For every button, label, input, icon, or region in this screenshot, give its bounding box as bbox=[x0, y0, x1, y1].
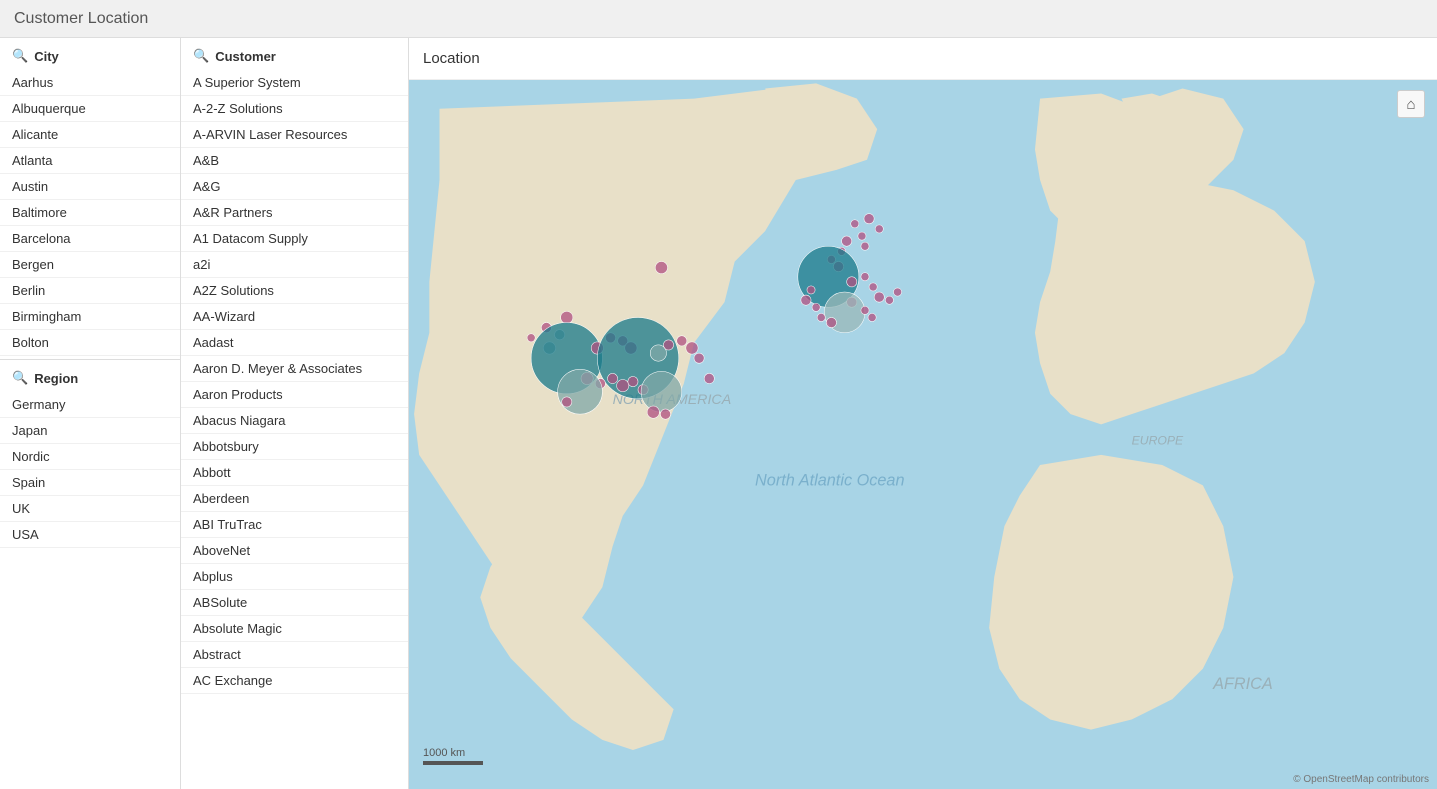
map-container[interactable]: North Atlantic Ocean NORTH AMERICA EUROP… bbox=[409, 80, 1437, 789]
customer-list-item[interactable]: Abacus Niagara bbox=[181, 408, 408, 434]
region-filter-header: 🔍 Region bbox=[0, 360, 180, 392]
city-list-scroll[interactable]: AarhusAlbuquerqueAlicanteAtlantaAustinBa… bbox=[0, 70, 180, 360]
customer-list-item[interactable]: AA-Wizard bbox=[181, 304, 408, 330]
city-filter-header: 🔍 City bbox=[0, 38, 180, 70]
customer-list-item[interactable]: Aadast bbox=[181, 330, 408, 356]
customer-list-item[interactable]: Aberdeen bbox=[181, 486, 408, 512]
map-scale: 1000 km bbox=[423, 747, 483, 765]
city-list-item[interactable]: Atlanta bbox=[0, 148, 180, 174]
customer-list-item[interactable]: A1 Datacom Supply bbox=[181, 226, 408, 252]
customer-list-item[interactable]: ABI TruTrac bbox=[181, 512, 408, 538]
region-list-item[interactable]: Germany bbox=[0, 392, 180, 418]
customer-list-item[interactable]: A2Z Solutions bbox=[181, 278, 408, 304]
home-icon: ⌂ bbox=[1406, 96, 1415, 113]
city-filter-section: 🔍 City AarhusAlbuquerqueAlicanteAtlantaA… bbox=[0, 38, 180, 360]
svg-text:AFRICA: AFRICA bbox=[1212, 675, 1273, 693]
customer-list-item[interactable]: Aaron D. Meyer & Associates bbox=[181, 356, 408, 382]
city-search-icon: 🔍 bbox=[12, 48, 28, 64]
customer-list-item[interactable]: Abbotsbury bbox=[181, 434, 408, 460]
customer-list-item[interactable]: Abstract bbox=[181, 642, 408, 668]
city-list-item[interactable]: Baltimore bbox=[0, 200, 180, 226]
customer-list-item[interactable]: AC Exchange bbox=[181, 668, 408, 694]
svg-text:EUROPE: EUROPE bbox=[1132, 434, 1184, 448]
customer-list-item[interactable]: Abplus bbox=[181, 564, 408, 590]
customer-search-icon: 🔍 bbox=[193, 48, 209, 64]
customer-list-item[interactable]: Abbott bbox=[181, 460, 408, 486]
customer-list-item[interactable]: A-ARVIN Laser Resources bbox=[181, 122, 408, 148]
customer-list-item[interactable]: Aaron Products bbox=[181, 382, 408, 408]
region-filter-section: 🔍 Region GermanyJapanNordicSpainUKUSA bbox=[0, 360, 180, 548]
customer-list-item[interactable]: A Superior System bbox=[181, 70, 408, 96]
map-panel: Location bbox=[409, 38, 1437, 789]
customer-list-scroll[interactable]: A Superior SystemA-2-Z SolutionsA-ARVIN … bbox=[181, 70, 408, 789]
city-list-item[interactable]: Barcelona bbox=[0, 226, 180, 252]
city-list-item[interactable]: Albuquerque bbox=[0, 96, 180, 122]
map-header: Location bbox=[409, 38, 1437, 80]
map-attribution: © OpenStreetMap contributors bbox=[1293, 774, 1429, 785]
city-list-item[interactable]: Alicante bbox=[0, 122, 180, 148]
scale-bar bbox=[423, 761, 483, 765]
customer-filter-panel: 🔍 Customer A Superior SystemA-2-Z Soluti… bbox=[181, 38, 409, 789]
city-list-item[interactable]: Berlin bbox=[0, 278, 180, 304]
region-search-icon: 🔍 bbox=[12, 370, 28, 386]
city-list-item[interactable]: Bergen bbox=[0, 252, 180, 278]
customer-list-item[interactable]: ABSolute bbox=[181, 590, 408, 616]
customer-list-item[interactable]: A&G bbox=[181, 174, 408, 200]
region-list-item[interactable]: UK bbox=[0, 496, 180, 522]
customer-list-item[interactable]: a2i bbox=[181, 252, 408, 278]
region-list-item[interactable]: Spain bbox=[0, 470, 180, 496]
customer-list-item[interactable]: Absolute Magic bbox=[181, 616, 408, 642]
city-list-item[interactable]: Austin bbox=[0, 174, 180, 200]
customer-list-item[interactable]: A-2-Z Solutions bbox=[181, 96, 408, 122]
customer-list-item[interactable]: AboveNet bbox=[181, 538, 408, 564]
left-filter-panel: 🔍 City AarhusAlbuquerqueAlicanteAtlantaA… bbox=[0, 38, 181, 789]
region-list: GermanyJapanNordicSpainUKUSA bbox=[0, 392, 180, 548]
city-list-item[interactable]: Bolton bbox=[0, 330, 180, 356]
region-list-item[interactable]: Nordic bbox=[0, 444, 180, 470]
customer-list-item[interactable]: A&R Partners bbox=[181, 200, 408, 226]
region-list-item[interactable]: Japan bbox=[0, 418, 180, 444]
svg-text:North Atlantic Ocean: North Atlantic Ocean bbox=[755, 471, 904, 489]
customer-list: A Superior SystemA-2-Z SolutionsA-ARVIN … bbox=[181, 70, 408, 694]
city-list: AarhusAlbuquerqueAlicanteAtlantaAustinBa… bbox=[0, 70, 180, 356]
region-list-item[interactable]: USA bbox=[0, 522, 180, 548]
home-button[interactable]: ⌂ bbox=[1397, 90, 1425, 118]
customer-filter-header: 🔍 Customer bbox=[181, 38, 408, 70]
page-title: Customer Location bbox=[0, 0, 1437, 38]
city-list-item[interactable]: Aarhus bbox=[0, 70, 180, 96]
city-list-item[interactable]: Birmingham bbox=[0, 304, 180, 330]
customer-list-item[interactable]: A&B bbox=[181, 148, 408, 174]
